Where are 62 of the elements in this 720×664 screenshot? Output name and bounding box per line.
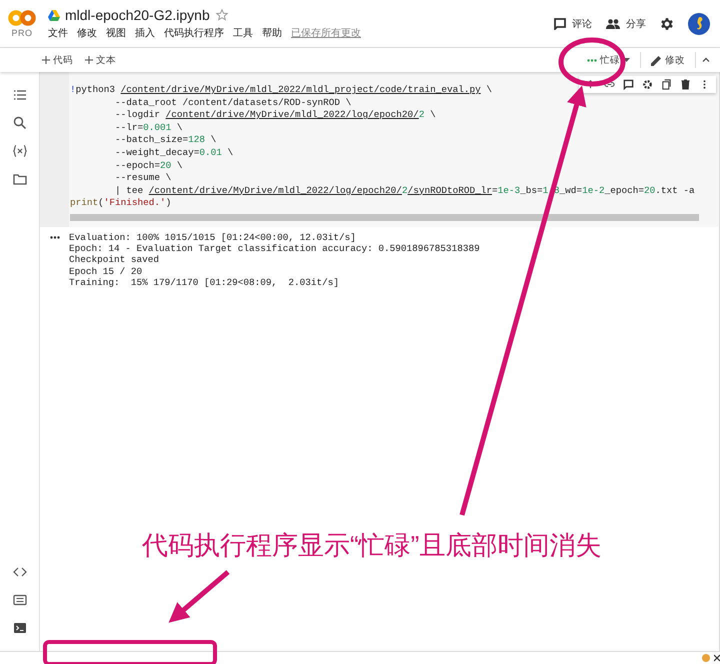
runtime-status-button[interactable]: 忙碌	[581, 54, 636, 66]
code-line: !python3 /content/drive/MyDrive/mldl_2022/mldl_project/code/train_eval.py \	[70, 84, 492, 97]
insert-cell-button[interactable]: 代码	[36, 54, 79, 66]
output-menu-icon[interactable]	[50, 236, 60, 239]
share-button[interactable]: 分享	[606, 16, 646, 30]
code-line: --lr=0.001 \	[114, 122, 183, 134]
code-line: --epoch=20 \	[114, 160, 183, 172]
comment-button[interactable]: 评论	[554, 16, 592, 30]
terminal-icon[interactable]	[12, 621, 26, 635]
settings-icon[interactable]	[642, 79, 653, 90]
comment-icon	[554, 18, 566, 30]
code-cell[interactable]	[69, 72, 719, 227]
menu-item[interactable]: 代码执行程序	[164, 26, 224, 40]
code-line: --resume \	[114, 172, 172, 185]
link-icon[interactable]	[604, 79, 615, 90]
busy-dots-icon	[587, 58, 597, 62]
notebook-title[interactable]: mldl-epoch20-G2.ipynb	[65, 7, 210, 23]
menu-item[interactable]: 文件	[48, 26, 68, 40]
menu-item[interactable]: 工具	[233, 26, 253, 40]
drive-icon	[48, 10, 60, 20]
keyboard-icon[interactable]	[12, 593, 26, 607]
code-line: --logdir /content/drive/MyDrive/mldl_2022/log/epoch20/2 \	[114, 109, 436, 122]
pencil-icon	[651, 54, 662, 66]
table-of-contents-icon[interactable]	[12, 88, 26, 102]
menu-item[interactable]: 插入	[135, 26, 155, 40]
variables-icon[interactable]	[12, 144, 26, 158]
menu-item[interactable]: 修改	[77, 26, 97, 40]
horizontal-scrollbar[interactable]	[70, 214, 699, 221]
avatar-icon[interactable]	[688, 12, 710, 34]
annotation-caption: 代码执行程序显示“忙碌”且底部时间消失	[142, 529, 602, 562]
code-icon[interactable]	[12, 565, 26, 579]
code-line: --weight_decay=0.01 \	[114, 146, 234, 160]
plus-icon	[85, 56, 93, 64]
people-icon	[606, 18, 620, 28]
close-icon[interactable]	[714, 654, 720, 662]
folder-icon[interactable]	[12, 172, 26, 186]
search-icon[interactable]	[12, 116, 26, 130]
output-line: Epoch: 14 - Evaluation Target classification accuracy: 0.5901896785318389	[69, 243, 480, 254]
trash-icon[interactable]	[680, 79, 691, 90]
code-line: --batch_size=128 \	[114, 134, 216, 147]
star-icon[interactable]	[214, 8, 229, 22]
menu-item[interactable]: 帮助	[262, 26, 282, 40]
code-line: print('Finished.')	[70, 197, 172, 210]
logo-icon	[8, 10, 36, 26]
output-line: Evaluation: 100% 1015/1015 [01:24<00:00, 12.03it/s]	[69, 232, 357, 244]
insert-cell-button[interactable]: 文本	[79, 54, 122, 66]
menu-item[interactable]: 视图	[106, 26, 126, 40]
output-line: Epoch 15 / 20	[69, 266, 144, 277]
output-line: Checkpoint saved	[69, 254, 160, 266]
settings-icon[interactable]	[660, 16, 674, 30]
arrow	[168, 570, 230, 623]
plus-icon	[42, 56, 50, 64]
caret-icon	[623, 58, 630, 62]
comment-icon[interactable]	[623, 79, 634, 90]
highlight-ellipse	[558, 38, 626, 86]
mirror-cell-icon[interactable]	[661, 79, 672, 90]
logo-label: PRO	[11, 28, 32, 38]
output-line: Training: 15% 179/1170 [01:29<08:09, 2.03it/s]	[69, 276, 340, 288]
code-line: --data_root /content/datasets/ROD-synROD \	[114, 96, 352, 110]
status-dot	[702, 654, 710, 662]
save-status-link[interactable]: 已保存所有更改	[291, 26, 361, 40]
edit-button[interactable]: 修改	[645, 54, 691, 66]
